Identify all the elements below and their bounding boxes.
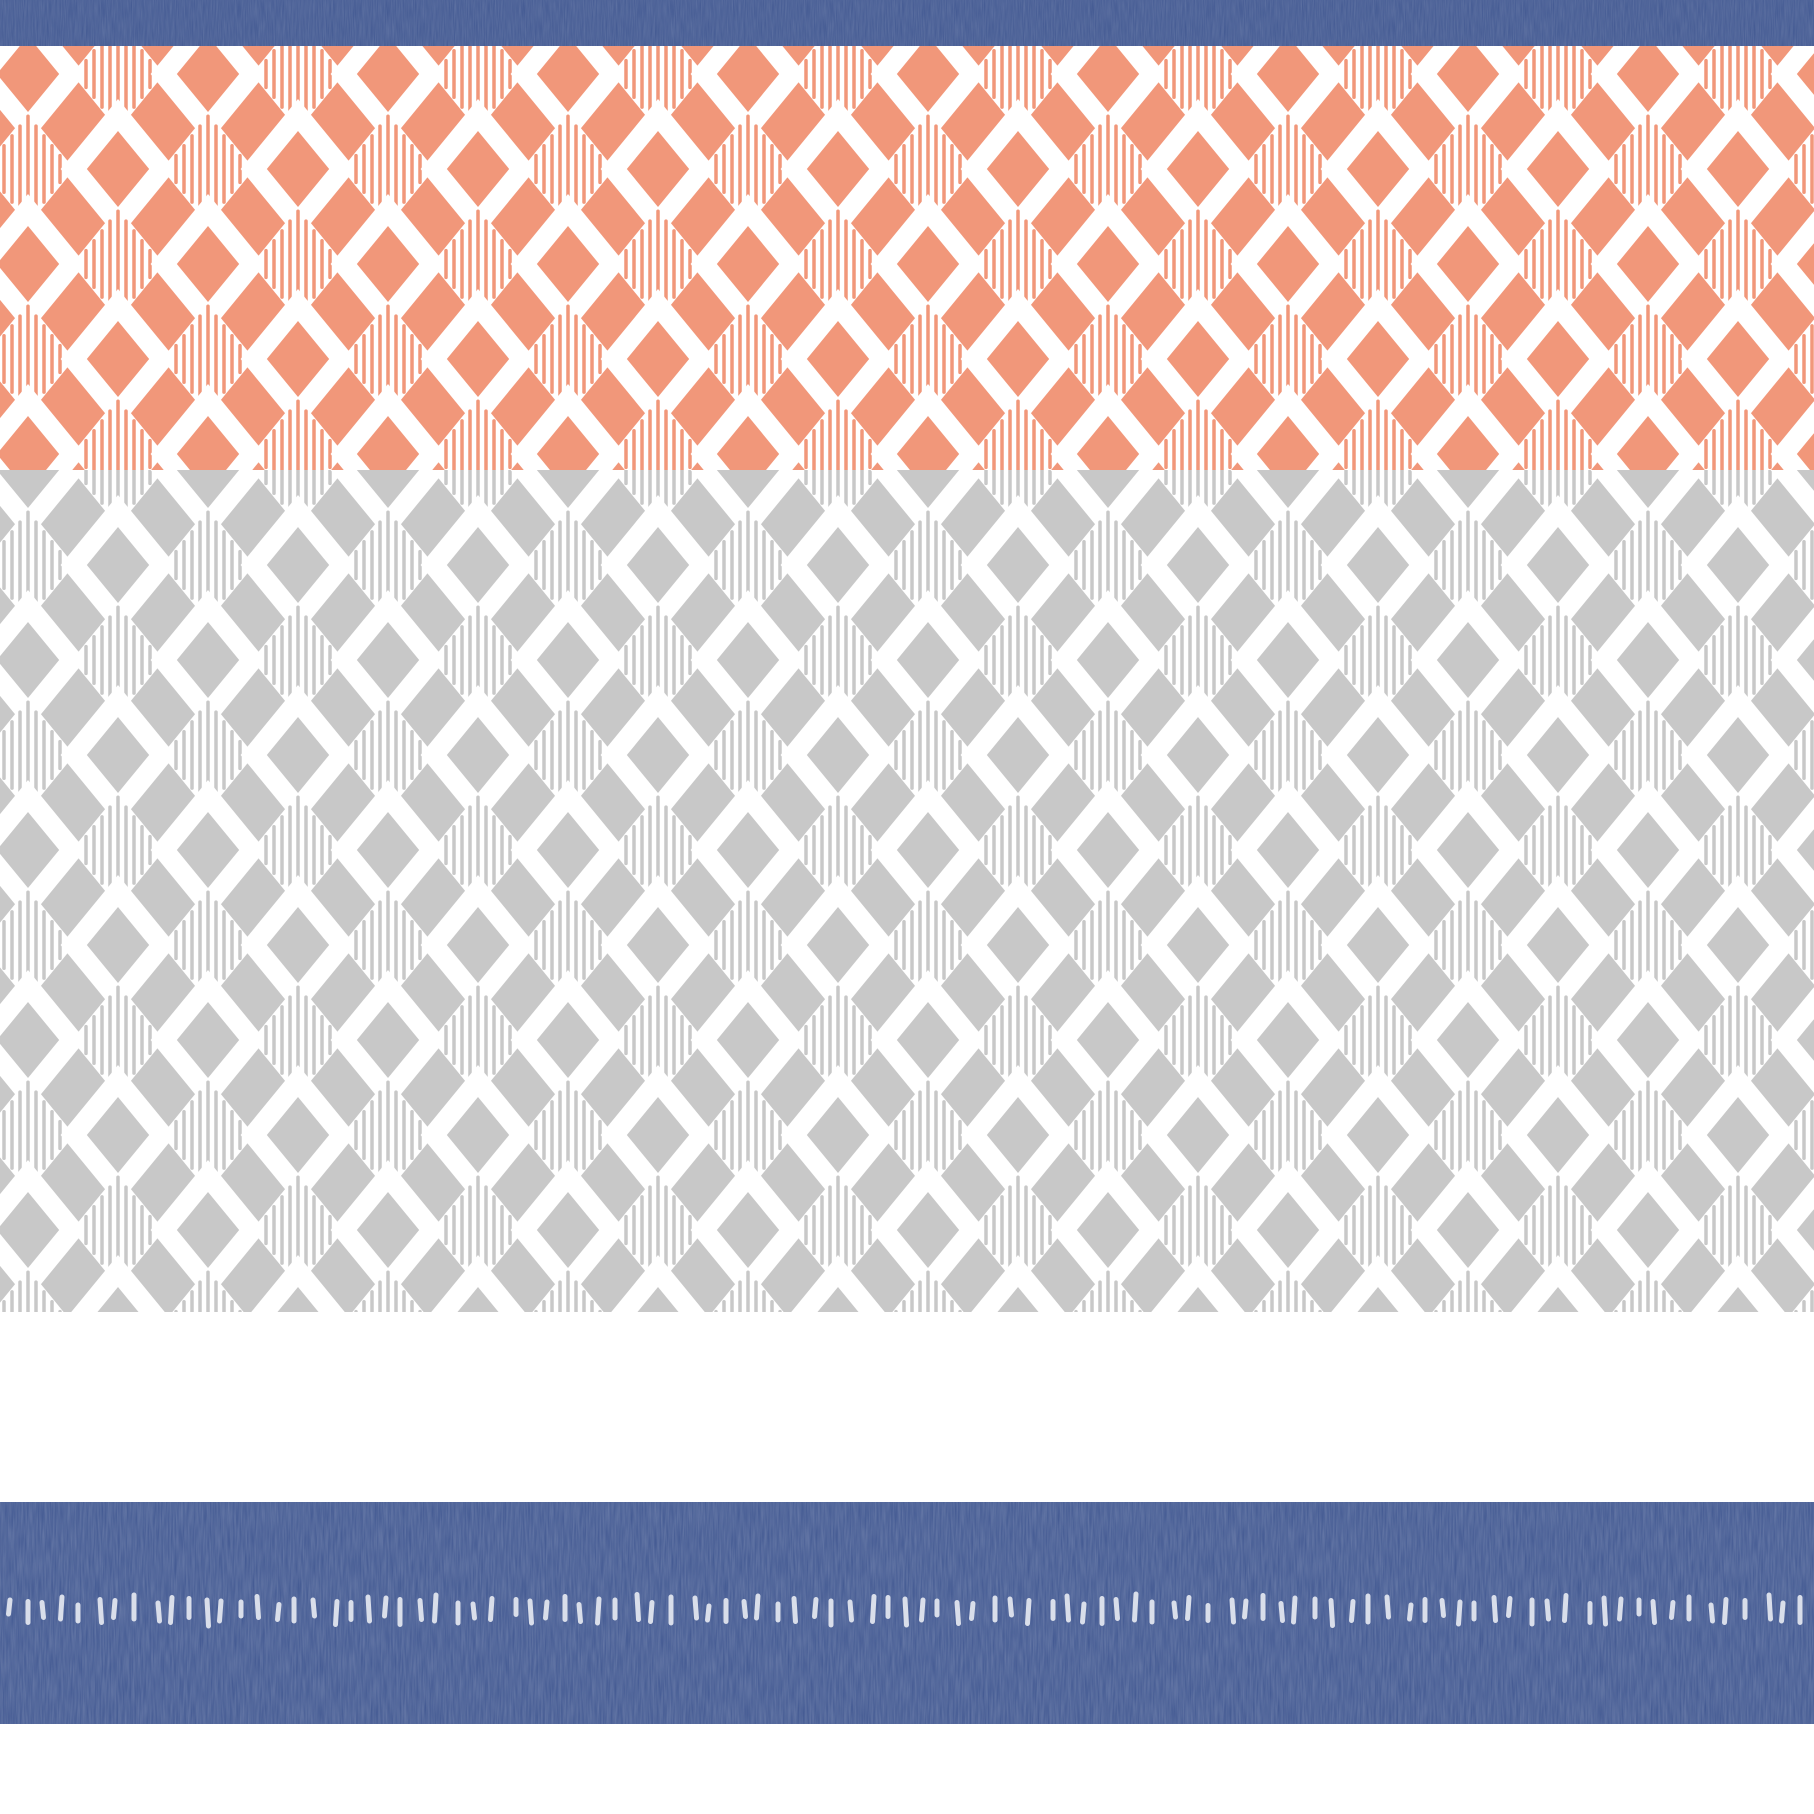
dash-mark [1080, 1601, 1087, 1625]
dash-mark [155, 1600, 162, 1624]
dash-mark [1132, 1591, 1139, 1623]
dash-mark [217, 1598, 224, 1624]
coral-ikat-pattern [0, 46, 1814, 470]
dash-mark [1650, 1599, 1657, 1625]
dash-mark [634, 1592, 641, 1622]
dash-mark [470, 1601, 477, 1621]
dash-mark [847, 1599, 854, 1623]
gray-ikat-pattern [0, 470, 1814, 1312]
white-gap-band [0, 1312, 1814, 1502]
dash-mark [365, 1594, 372, 1624]
dash-mark [417, 1598, 424, 1622]
dash-mark [1064, 1593, 1071, 1623]
dash-mark [382, 1595, 389, 1619]
dash-mark [648, 1600, 655, 1624]
dash-mark [692, 1595, 699, 1621]
dash-mark [1349, 1599, 1356, 1623]
dash-mark [902, 1596, 909, 1628]
dash-mark [97, 1597, 104, 1625]
dash-mark [1278, 1601, 1285, 1623]
dash-mark [1407, 1602, 1414, 1622]
dash-mark [1229, 1597, 1236, 1625]
dash-mark [1171, 1600, 1178, 1620]
dash-mark [310, 1597, 317, 1619]
dash-mark [254, 1594, 261, 1620]
dash-mark [1025, 1598, 1032, 1626]
dash-mark [1185, 1595, 1192, 1621]
dash-mark [432, 1592, 439, 1624]
dash-mark [1722, 1597, 1729, 1625]
dash-mark [111, 1598, 118, 1620]
dash-mark [527, 1598, 534, 1626]
dash-mark [1291, 1595, 1298, 1625]
dash-mark [1562, 1593, 1569, 1623]
dash-mark [969, 1601, 976, 1621]
dash-mark [1544, 1598, 1551, 1622]
dash-mark [1766, 1592, 1773, 1622]
dash-mark [954, 1600, 961, 1626]
dash-mark [168, 1595, 175, 1625]
fabric-texture [0, 0, 1814, 46]
dash-mark [1328, 1598, 1335, 1628]
dash-mark [204, 1597, 211, 1629]
dash-mark [1007, 1596, 1014, 1618]
dash-mark [1384, 1594, 1391, 1620]
dash-mark [1506, 1596, 1513, 1618]
dash-mark [1601, 1595, 1608, 1627]
dash-mark [488, 1596, 495, 1622]
dash-mark [1617, 1596, 1624, 1622]
top-navy-stripe [0, 0, 1814, 46]
dash-mark [870, 1594, 877, 1624]
dash-mark [333, 1599, 340, 1627]
dash-mark [919, 1597, 926, 1623]
gray-ikat-band [0, 470, 1814, 1312]
dash-mark [6, 1597, 13, 1617]
dash-mark [1439, 1598, 1446, 1618]
dash-mark [1708, 1602, 1715, 1624]
dash-mark [741, 1599, 748, 1619]
bottom-white-border [0, 1724, 1814, 1814]
dash-mark [1491, 1595, 1498, 1623]
dash-mark [543, 1599, 550, 1621]
top-navy-stripe-art [0, 0, 1814, 46]
coral-ikat-band [0, 46, 1814, 470]
dash-mark [1113, 1597, 1120, 1621]
dash-mark [1242, 1598, 1249, 1620]
navy-dash-stripe-art [0, 1502, 1814, 1724]
dash-mark [275, 1602, 282, 1622]
dash-mark [595, 1596, 602, 1626]
dash-mark [1456, 1599, 1463, 1627]
dash-mark [754, 1593, 761, 1621]
dash-mark [1669, 1600, 1676, 1620]
dash-mark [576, 1602, 583, 1624]
dash-mark [39, 1600, 46, 1620]
navy-dash-stripe [0, 1502, 1814, 1724]
dash-mark [705, 1603, 712, 1623]
dash-mark [1779, 1600, 1786, 1624]
dash-mark [791, 1596, 798, 1624]
dash-mark [812, 1597, 819, 1619]
dash-mark [58, 1594, 65, 1622]
